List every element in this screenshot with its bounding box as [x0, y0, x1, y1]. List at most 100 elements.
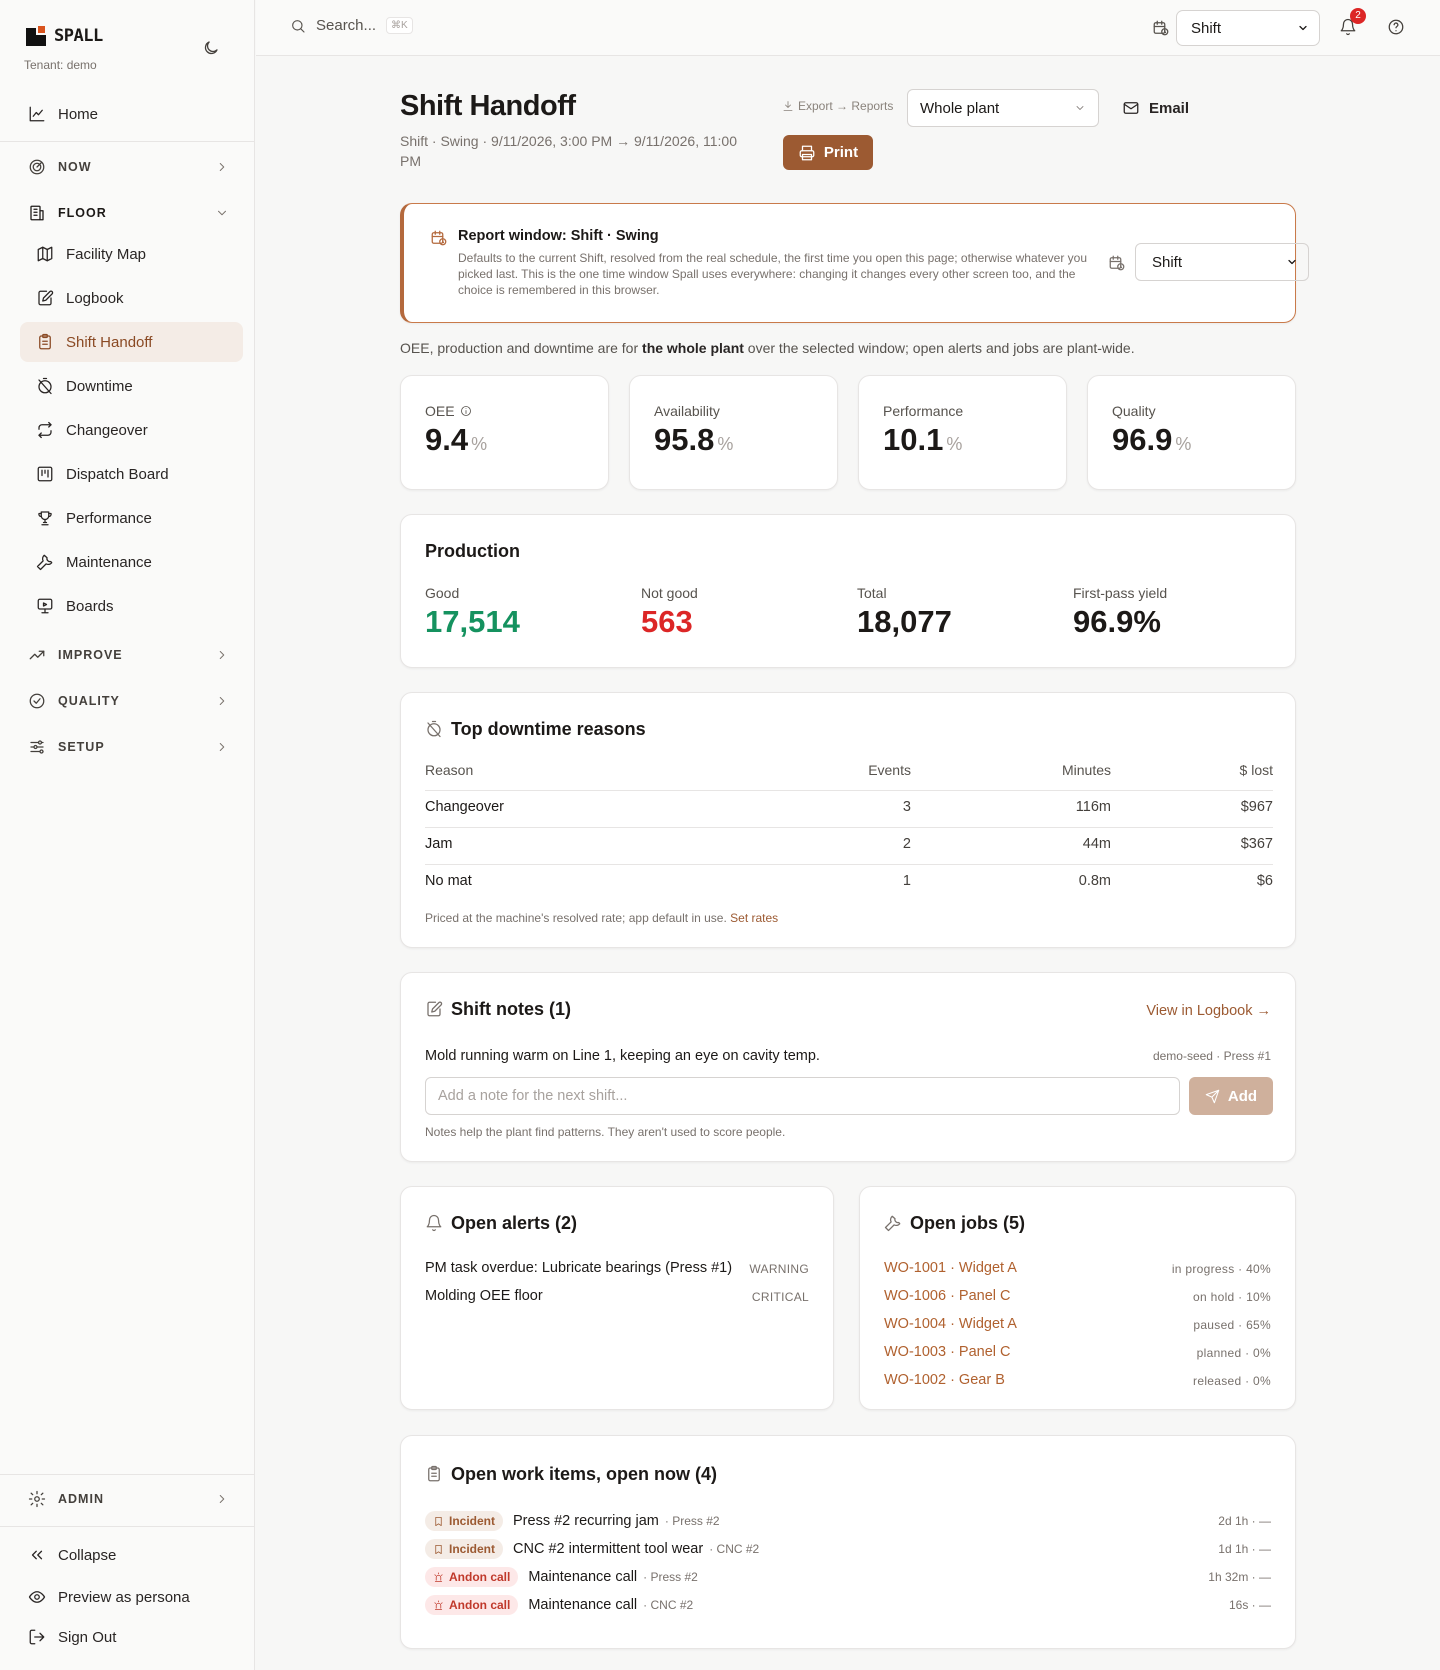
scope-select[interactable]: Whole plant [907, 89, 1099, 127]
sliders-icon [28, 738, 46, 756]
info-icon[interactable] [460, 405, 472, 417]
sign-out-button[interactable]: Sign Out [20, 1617, 243, 1657]
sidebar-item-label: Maintenance [66, 553, 152, 571]
sidebar-group-admin[interactable]: ADMIN [20, 1481, 243, 1517]
sidebar-item-boards[interactable]: Boards [20, 586, 243, 626]
sidebar-item-facility-map[interactable]: Facility Map [20, 234, 243, 274]
brand-name: SPALL [54, 26, 103, 46]
job-link[interactable]: WO-1003 · Panel C [884, 1344, 1011, 1360]
kpi-label-text: OEE [425, 403, 455, 419]
sidebar-item-home[interactable]: Home [20, 94, 243, 134]
production-value: 17,514 [425, 604, 520, 639]
sidebar-item-label: Logbook [66, 289, 124, 307]
work-item-row[interactable]: Andon call Maintenance call · Press #2 1… [425, 1566, 1271, 1588]
incident-chip: Incident [425, 1539, 504, 1559]
calendar-clock-icon [430, 229, 448, 247]
kpi-value-number: 10.1 [883, 422, 944, 457]
scope-note: OEE, production and downtime are for the… [400, 340, 1135, 356]
scope-note-prefix: OEE, production and downtime are for [400, 340, 643, 356]
trending-up-icon [28, 646, 46, 664]
chevrons-left-icon [28, 1546, 46, 1564]
kpi-label: Availability [654, 403, 720, 419]
list-item: WO-1001 · Widget A in progress · 40% [884, 1260, 1271, 1280]
printer-icon [798, 144, 816, 162]
job-link[interactable]: WO-1006 · Panel C [884, 1288, 1011, 1304]
moon-icon[interactable] [202, 39, 220, 57]
wrench-icon [884, 1214, 902, 1232]
notebook-pen-icon [36, 289, 54, 307]
add-note-button[interactable]: Add [1189, 1077, 1273, 1115]
kpi-label: Quality [1112, 403, 1156, 419]
set-rates-link[interactable]: Set rates [730, 911, 778, 925]
export-reports-link[interactable]: Export → Reports [782, 99, 893, 113]
map-icon [36, 245, 54, 263]
preview-persona-button[interactable]: Preview as persona [20, 1577, 243, 1617]
sidebar-item-maintenance[interactable]: Maintenance [20, 542, 243, 582]
trophy-icon [36, 509, 54, 527]
work-item-row[interactable]: Incident CNC #2 intermittent tool wear ·… [425, 1538, 1271, 1560]
sidebar-item-changeover[interactable]: Changeover [20, 410, 243, 450]
kpi-unit: % [717, 434, 734, 454]
bell-icon [425, 1214, 443, 1232]
email-button[interactable]: Email [1122, 89, 1189, 127]
search-input[interactable]: Search... ⌘K [290, 17, 413, 34]
sidebar-group-floor[interactable]: FLOOR [20, 195, 243, 231]
production-value: 96.9% [1073, 604, 1161, 639]
sidebar-item-logbook[interactable]: Logbook [20, 278, 243, 318]
sidebar-item-downtime[interactable]: Downtime [20, 366, 243, 406]
brand-logo[interactable]: SPALL [26, 26, 103, 46]
clipboard-icon [36, 333, 54, 351]
list-item[interactable]: Molding OEE floor CRITICAL [425, 1288, 809, 1308]
work-item-age: 16s · — [1228, 1598, 1271, 1612]
search-shortcut: ⌘K [386, 17, 413, 34]
sidebar-group-label: SETUP [58, 740, 105, 754]
sidebar-group-setup[interactable]: SETUP [20, 729, 243, 765]
sidebar-item-label: Facility Map [66, 245, 147, 263]
sidebar-item-performance[interactable]: Performance [20, 498, 243, 538]
list-item: WO-1003 · Panel C planned · 0% [884, 1344, 1271, 1364]
job-status: released · 0% [1193, 1374, 1271, 1388]
sidebar-group-improve[interactable]: IMPROVE [20, 637, 243, 673]
work-item-row[interactable]: Incident Press #2 recurring jam · Press … [425, 1510, 1271, 1532]
work-item-asset: · Press #2 [643, 1570, 698, 1584]
chip-label: Andon call [449, 1570, 511, 1584]
job-link[interactable]: WO-1002 · Gear B [884, 1372, 1005, 1388]
sidebar-group-quality[interactable]: QUALITY [20, 683, 243, 719]
sidebar-item-label: Home [58, 105, 99, 123]
bookmark-icon [433, 1544, 444, 1555]
list-item: WO-1002 · Gear B released · 0% [884, 1372, 1271, 1392]
list-item[interactable]: PM task overdue: Lubricate bearings (Pre… [425, 1260, 809, 1280]
sidebar: SPALL Tenant: demo Home NOW FLOOR Facili… [0, 0, 255, 1670]
divider [425, 790, 1273, 791]
work-item-age: 2d 1h · — [1218, 1514, 1271, 1528]
job-link[interactable]: WO-1001 · Widget A [884, 1260, 1017, 1276]
collapse-button[interactable]: Collapse [20, 1535, 243, 1575]
job-link[interactable]: WO-1004 · Widget A [884, 1316, 1017, 1332]
search-placeholder: Search... [316, 17, 377, 34]
sidebar-item-shift-handoff[interactable]: Shift Handoff [20, 322, 243, 362]
note-input[interactable]: Add a note for the next shift... [425, 1077, 1180, 1115]
sidebar-group-now[interactable]: NOW [20, 149, 243, 185]
chevron-right-icon [215, 694, 229, 708]
sign-out-label: Sign Out [58, 1628, 117, 1646]
download-icon [782, 100, 794, 112]
calendar-clock-icon [1152, 19, 1170, 37]
view-in-logbook-link[interactable]: View in Logbook → [1146, 1003, 1271, 1019]
sidebar-group-label: QUALITY [58, 694, 120, 708]
work-item-row[interactable]: Andon call Maintenance call · CNC #2 16s… [425, 1594, 1271, 1616]
help-icon[interactable] [1387, 18, 1405, 36]
table-cell: 0.8m [1078, 873, 1111, 889]
report-window-select[interactable]: Shift [1135, 243, 1309, 281]
print-label: Print [823, 144, 859, 161]
spall-logo-icon [26, 26, 46, 46]
print-button[interactable]: Print [783, 135, 873, 170]
table-header: Reason [425, 762, 474, 778]
log-out-icon [28, 1628, 46, 1646]
repeat-icon [36, 421, 54, 439]
alert-text: PM task overdue: Lubricate bearings (Pre… [425, 1260, 733, 1276]
work-items-title: Open work items, open now (4) [451, 1464, 718, 1484]
table-cell: Changeover [425, 799, 504, 815]
sidebar-item-dispatch-board[interactable]: Dispatch Board [20, 454, 243, 494]
presentation-icon [36, 597, 54, 615]
time-window-select[interactable]: Shift [1176, 10, 1320, 46]
